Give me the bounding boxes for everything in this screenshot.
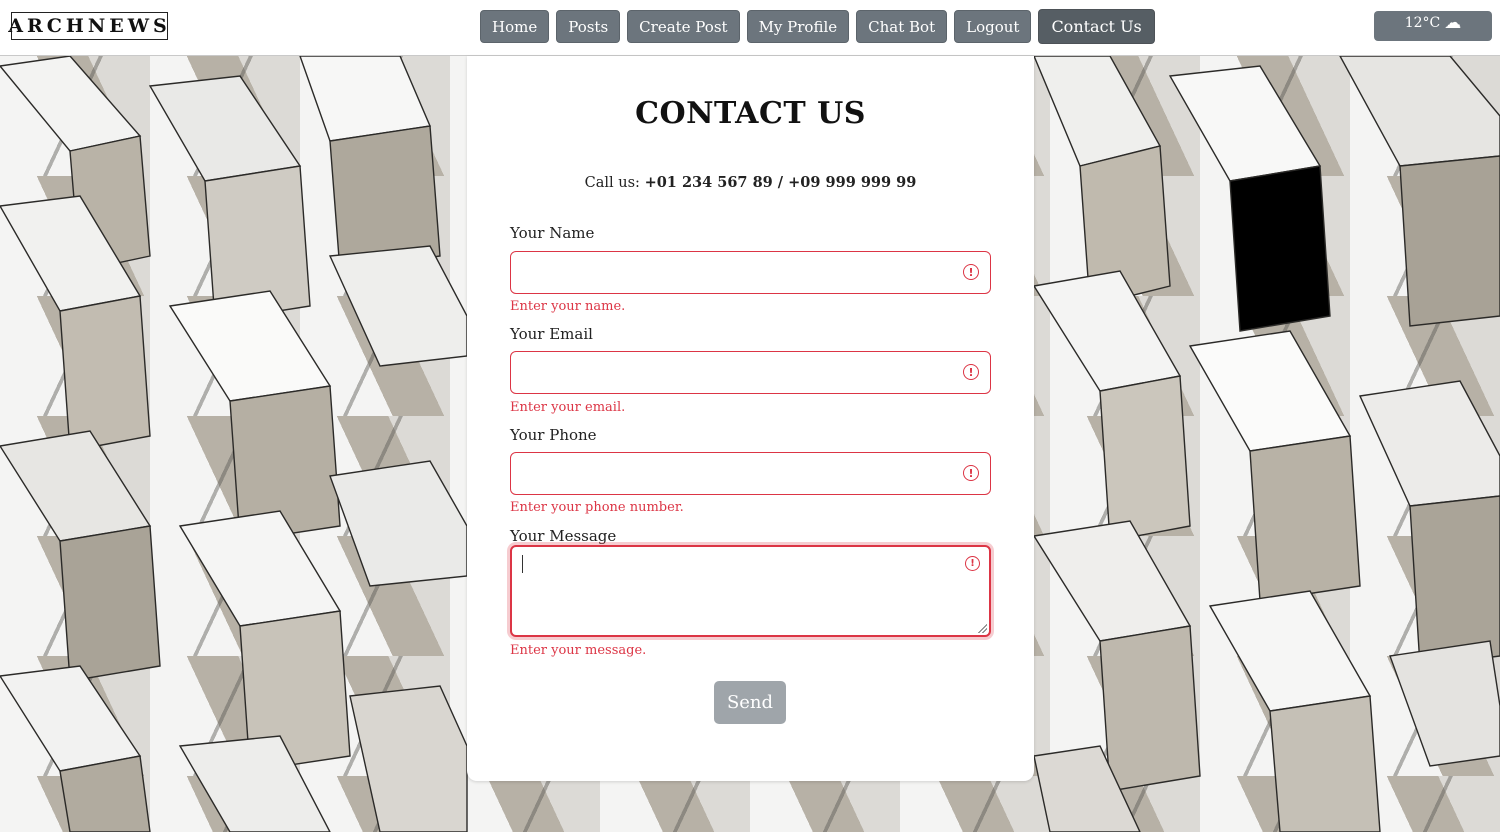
cloud-icon: ☁ — [1444, 13, 1462, 33]
nav-create-post-button[interactable]: Create Post — [627, 10, 740, 43]
nav-contact-us-button[interactable]: Contact Us — [1038, 9, 1155, 44]
main-nav: Home Posts Create Post My Profile Chat B… — [480, 9, 1155, 44]
nav-logout-button[interactable]: Logout — [954, 10, 1032, 43]
resize-handle[interactable] — [977, 623, 987, 633]
nav-chat-bot-button[interactable]: Chat Bot — [856, 10, 948, 43]
name-error-text: Enter your name. — [510, 299, 626, 314]
name-input[interactable]: ! — [510, 251, 991, 294]
phone-label: Your Phone — [510, 426, 597, 444]
call-us-numbers: +01 234 567 89 / +09 999 999 99 — [644, 174, 917, 191]
weather-widget: 12°C ☁ — [1374, 11, 1492, 41]
page-title: CONTACT US — [635, 96, 866, 131]
text-cursor — [522, 555, 523, 573]
email-label: Your Email — [510, 325, 593, 343]
name-label: Your Name — [510, 224, 595, 242]
error-icon: ! — [963, 264, 979, 280]
email-input[interactable]: ! — [510, 351, 991, 394]
weather-temperature: 12°C — [1404, 15, 1441, 31]
call-us-text: Call us: +01 234 567 89 / +09 999 999 99 — [467, 174, 1034, 191]
send-button[interactable]: Send — [714, 681, 786, 724]
message-label: Your Message — [510, 527, 617, 545]
phone-error-text: Enter your phone number. — [510, 500, 684, 515]
nav-posts-button[interactable]: Posts — [556, 10, 621, 43]
error-icon: ! — [965, 556, 980, 571]
top-navbar: ARCHNEWS Home Posts Create Post My Profi… — [0, 0, 1500, 56]
contact-card: CONTACT US Call us: +01 234 567 89 / +09… — [467, 56, 1034, 781]
message-textarea[interactable]: ! — [510, 545, 991, 637]
nav-home-button[interactable]: Home — [480, 10, 550, 43]
error-icon: ! — [963, 465, 979, 481]
nav-my-profile-button[interactable]: My Profile — [746, 10, 850, 43]
error-icon: ! — [963, 364, 979, 380]
phone-input[interactable]: ! — [510, 452, 991, 495]
brand-logo[interactable]: ARCHNEWS — [8, 12, 168, 40]
call-us-prefix: Call us: — [584, 175, 645, 191]
message-error-text: Enter your message. — [510, 643, 647, 658]
email-error-text: Enter your email. — [510, 400, 626, 415]
